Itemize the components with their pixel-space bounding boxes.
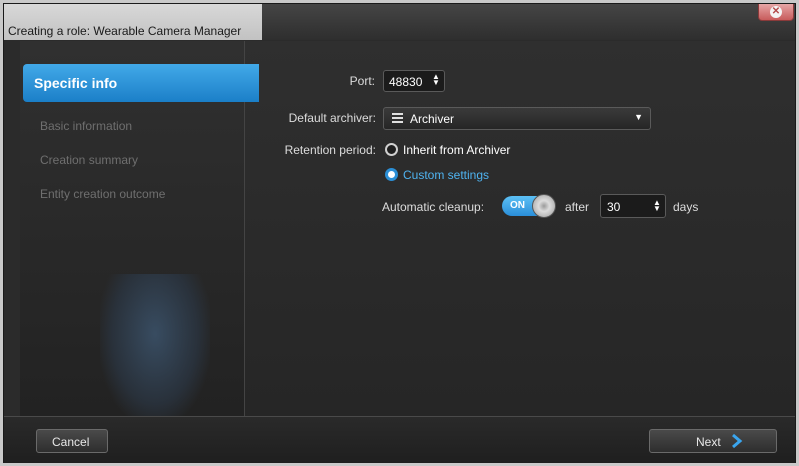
next-button-label: Next: [696, 435, 721, 449]
port-label: Port:: [349, 74, 375, 88]
cleanup-days-value: 30: [607, 200, 621, 214]
sidebar-item-basic-information: Basic information: [40, 119, 133, 133]
default-archiver-label: Default archiver:: [288, 111, 376, 125]
archiver-icon: [392, 113, 403, 124]
wizard-footer: Cancel Next: [4, 416, 795, 463]
days-label: days: [673, 200, 699, 214]
after-label: after: [565, 200, 590, 214]
close-button[interactable]: ✕: [758, 4, 794, 21]
inherit-from-archiver-radio[interactable]: [385, 143, 398, 156]
default-archiver-value: Archiver: [410, 112, 455, 126]
title-bar-shade: [262, 4, 795, 40]
port-value: 48830: [389, 75, 423, 89]
automatic-cleanup-toggle[interactable]: ON: [502, 194, 558, 218]
spin-arrows-icon[interactable]: ▲ ▼: [432, 73, 440, 87]
wizard-window: Creating a role: Wearable Camera Manager…: [3, 3, 796, 463]
automatic-cleanup-label: Automatic cleanup:: [382, 200, 485, 214]
window-title: Creating a role: Wearable Camera Manager: [8, 24, 242, 38]
sidebar-item-label: Specific info: [34, 75, 118, 91]
default-archiver-dropdown[interactable]: Archiver ▼: [383, 107, 651, 130]
cleanup-days-spinbox[interactable]: 30 ▲ ▼: [600, 194, 666, 218]
cancel-button-label: Cancel: [52, 435, 90, 449]
sidebar-item-entity-creation-outcome: Entity creation outcome: [40, 187, 166, 201]
sidebar-item-creation-summary: Creation summary: [40, 153, 139, 167]
next-button[interactable]: Next: [649, 429, 777, 453]
inherit-from-archiver-label[interactable]: Inherit from Archiver: [403, 143, 510, 157]
role-illustration: [100, 274, 210, 424]
step-content: [245, 41, 795, 416]
cancel-button[interactable]: Cancel: [36, 429, 108, 453]
custom-settings-radio[interactable]: [385, 168, 398, 181]
sidebar-item-specific-info: Specific info: [23, 64, 259, 102]
spin-arrows-icon[interactable]: ▲ ▼: [653, 199, 661, 213]
retention-period-label: Retention period:: [284, 143, 376, 157]
chevron-down-icon: ▼: [634, 112, 643, 122]
chevron-right-icon: [732, 433, 743, 449]
toggle-knob[interactable]: [532, 194, 556, 218]
close-icon: ✕: [770, 6, 782, 18]
port-spinbox[interactable]: 48830 ▲ ▼: [383, 70, 445, 92]
custom-settings-label[interactable]: Custom settings: [403, 168, 489, 182]
toggle-state-text: ON: [510, 200, 525, 211]
